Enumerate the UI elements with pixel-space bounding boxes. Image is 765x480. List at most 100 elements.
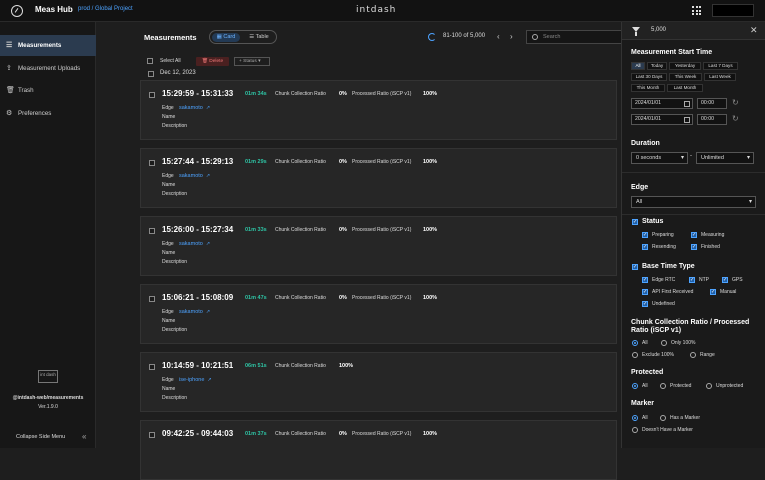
finished-checkbox[interactable]: ✓ [691,244,697,250]
preparing-label: Preparing [652,232,674,238]
external-link-icon: ↗ [205,173,211,179]
no-marker-label: Doesn't Have a Marker [642,427,693,433]
ccr-value: 100% [339,363,354,369]
user-menu[interactable] [712,4,754,17]
collapse-side-menu-button[interactable]: Collapse Side Menu [16,434,65,440]
description-label: Description [162,395,188,401]
table-view-button[interactable]: ☰ Table [245,33,273,42]
card-checkbox[interactable] [149,296,155,302]
name-label: Name [162,386,176,392]
list-toolbar: Select All 🗑 Delete + Status ▾ [144,57,621,67]
chip-all[interactable]: All [631,62,645,70]
duration-min-select[interactable]: 0 seconds ▾ [631,152,688,164]
prev-page-button[interactable]: ‹ [497,32,500,41]
delete-button[interactable]: 🗑 Delete [196,57,229,66]
reset-icon[interactable]: ↻ [732,114,739,123]
external-link-icon: ↗ [207,377,212,383]
chip-last-week[interactable]: Last Week [704,73,736,81]
status-dropdown[interactable]: + Status ▾ [234,57,270,66]
no-marker-radio[interactable] [632,427,638,433]
card-checkbox[interactable] [149,364,155,370]
calendar-icon[interactable] [684,117,690,123]
undefined-checkbox[interactable]: ✓ [642,301,648,307]
ccr-value: 0% [339,295,347,301]
card-view-button[interactable]: ▦ Card [212,33,240,42]
close-icon[interactable]: ✕ [750,25,758,36]
measurement-card[interactable]: 15:27:44 - 15:29:13 01m 29s Chunk Collecti… [140,148,617,208]
project-breadcrumb[interactable]: prod / Global Project [78,6,133,12]
start-date-from-input[interactable]: 2024/01/01 [631,98,693,109]
edge-select[interactable]: All ▾ [631,196,756,208]
next-page-button[interactable]: › [510,32,513,41]
api-first-received-checkbox[interactable]: ✓ [642,289,648,295]
protected-all-radio[interactable] [632,383,638,389]
base-time-checkbox[interactable]: ✓ [632,264,638,270]
sidebar-item-preferences[interactable]: ⚙ Preferences [0,103,96,124]
status-checkbox[interactable]: ✓ [632,219,638,225]
unprotected-radio[interactable] [706,383,712,389]
ccr-value: 0% [339,159,347,165]
protected-radio[interactable] [660,383,666,389]
chip-last-30-days[interactable]: Last 30 Days [631,73,667,81]
start-time-from-input[interactable]: 00:00 [697,98,727,109]
sidebar-item-measurements[interactable]: ☰ Measurements [0,35,96,56]
name-label: Name [162,250,176,256]
double-chevron-left-icon[interactable]: « [82,432,86,441]
measurement-card[interactable]: 09:42:25 - 09:44:03 01m 37s Chunk Collecti… [140,420,617,480]
chip-last-7-days[interactable]: Last 7 Days [703,62,738,70]
select-all-checkbox[interactable] [147,58,153,64]
date-group-header: Dec 12, 2023 [160,70,196,76]
card-duration: 01m 47s [245,295,267,301]
ratio-exclude-100-radio[interactable] [632,352,638,358]
calendar-icon[interactable] [684,101,690,107]
measurement-card[interactable]: 15:26:00 - 15:27:34 01m 33s Chunk Collecti… [140,216,617,276]
start-time-to-input[interactable]: 00:00 [697,114,727,125]
card-checkbox[interactable] [149,160,155,166]
measurement-card[interactable]: 15:29:59 - 15:31:33 01m 34s Chunk Collecti… [140,80,617,140]
gear-icon: ⚙ [6,110,13,117]
start-date-to-input[interactable]: 2024/01/01 [631,114,693,125]
chip-yesterday[interactable]: Yesterday [669,62,701,70]
upload-icon: ⇪ [6,65,12,72]
protected-label: Protected [670,383,692,389]
card-duration: 01m 33s [245,227,267,233]
edge-rtc-checkbox[interactable]: ✓ [642,277,648,283]
intdash-logo: intdash [356,5,397,15]
package-version: Ver.1.9.0 [38,404,58,410]
card-checkbox[interactable] [149,432,155,438]
edge-link[interactable]: ise-iphone ↗ [179,377,212,383]
card-checkbox[interactable] [149,228,155,234]
measuring-checkbox[interactable]: ✓ [691,232,697,238]
gps-checkbox[interactable]: ✓ [722,277,728,283]
marker-all-radio[interactable] [632,415,638,421]
ratio-only-100-radio[interactable] [661,340,667,346]
resending-checkbox[interactable]: ✓ [642,244,648,250]
chip-this-month[interactable]: This Month [631,84,665,92]
chip-today[interactable]: Today [647,62,667,70]
preparing-checkbox[interactable]: ✓ [642,232,648,238]
measurement-card[interactable]: 10:14:59 - 10:21:51 06m 51s Chunk Collecti… [140,352,617,412]
chip-last-month[interactable]: Last Month [667,84,703,92]
edge-link[interactable]: sakamoto ↗ [179,309,210,315]
ratio-all-radio[interactable] [632,340,638,346]
finished-label: Finished [701,244,720,250]
edge-link[interactable]: sakamoto ↗ [179,105,210,111]
ratio-title: Chunk Collection Ratio / Processed Ratio… [631,319,750,334]
card-checkbox[interactable] [149,92,155,98]
search-input[interactable]: Search [526,30,626,44]
date-group-checkbox[interactable] [148,71,154,77]
has-marker-radio[interactable] [660,415,666,421]
sidebar-item-uploads[interactable]: ⇪ Measurement Uploads [0,58,96,79]
reset-icon[interactable]: ↻ [732,98,739,107]
sidebar-item-trash[interactable]: 🗑 Trash [0,80,96,101]
manual-checkbox[interactable]: ✓ [710,289,716,295]
ratio-range-radio[interactable] [690,352,696,358]
duration-max-select[interactable]: Unlimited ▾ [696,152,754,164]
edge-link[interactable]: sakamoto ↗ [179,173,210,179]
prr-label: Processed Ratio (iSCP v1) [352,159,412,165]
ntp-checkbox[interactable]: ✓ [689,277,695,283]
measurement-card[interactable]: 15:06:21 - 15:08:09 01m 47s Chunk Collecti… [140,284,617,344]
edge-link[interactable]: sakamoto ↗ [179,241,210,247]
chip-this-week[interactable]: This Week [669,73,702,81]
app-grid-icon[interactable] [692,6,701,15]
